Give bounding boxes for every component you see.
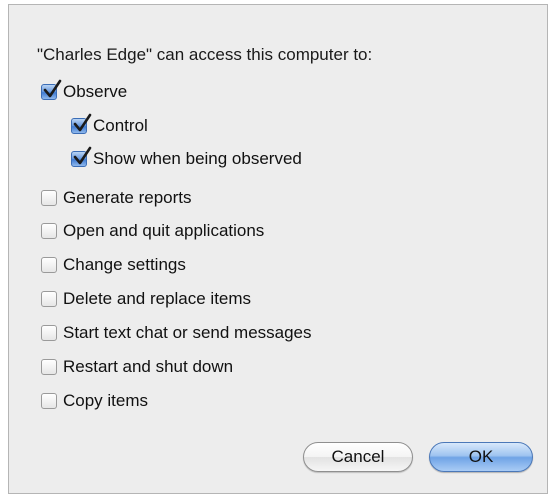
option-restart-shutdown[interactable]: Restart and shut down [41,356,233,378]
delete-replace-checkbox[interactable] [41,291,57,307]
checkmark-icon [73,146,92,165]
control-checkbox[interactable] [71,113,92,134]
copy-items-checkbox[interactable] [41,393,57,409]
text-chat-checkbox[interactable] [41,325,57,341]
checkmark-icon [73,113,92,132]
show-when-observed-checkbox[interactable] [71,146,92,167]
show-when-observed-label: Show when being observed [93,149,302,168]
open-quit-apps-checkbox[interactable] [41,223,57,239]
cancel-button[interactable]: Cancel [303,442,413,472]
option-change-settings[interactable]: Change settings [41,254,186,276]
option-text-chat[interactable]: Start text chat or send messages [41,322,312,344]
checkmark-icon [43,79,62,98]
change-settings-label: Change settings [63,255,186,274]
option-delete-replace[interactable]: Delete and replace items [41,288,251,310]
permissions-dialog: "Charles Edge" can access this computer … [8,4,548,494]
generate-reports-checkbox[interactable] [41,190,57,206]
option-observe[interactable]: Observe [41,79,128,103]
ok-button[interactable]: OK [429,442,533,472]
access-prompt: "Charles Edge" can access this computer … [37,45,373,64]
text-chat-label: Start text chat or send messages [63,323,312,342]
option-open-quit-apps[interactable]: Open and quit applications [41,220,264,242]
open-quit-apps-label: Open and quit applications [63,221,265,240]
observe-label: Observe [63,82,128,101]
generate-reports-label: Generate reports [63,188,192,207]
restart-shutdown-label: Restart and shut down [63,357,234,376]
restart-shutdown-checkbox[interactable] [41,359,57,375]
option-show-when-observed[interactable]: Show when being observed [71,146,302,170]
delete-replace-label: Delete and replace items [63,289,252,308]
observe-checkbox[interactable] [41,79,62,100]
option-copy-items[interactable]: Copy items [41,390,148,412]
option-generate-reports[interactable]: Generate reports [41,187,192,209]
control-label: Control [93,116,148,135]
change-settings-checkbox[interactable] [41,257,57,273]
option-control[interactable]: Control [71,113,148,137]
copy-items-label: Copy items [63,391,149,410]
